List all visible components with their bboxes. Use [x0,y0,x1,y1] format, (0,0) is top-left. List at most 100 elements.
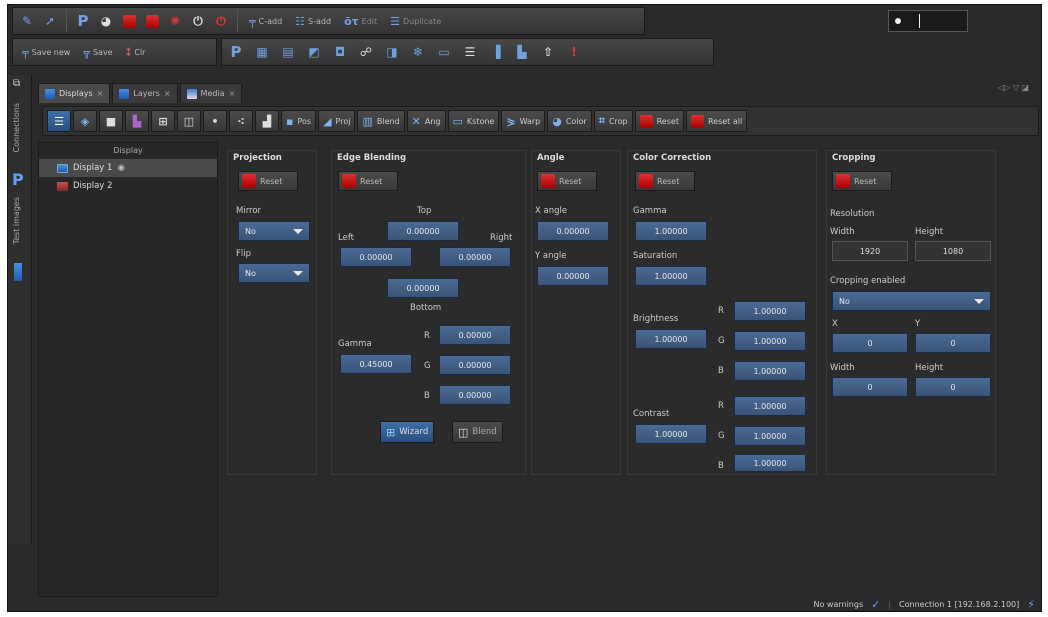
reset-button[interactable]: Reset [537,171,597,191]
x-angle-field[interactable]: 0.00000 [537,221,609,241]
saturation-field[interactable]: 1.00000 [635,266,707,286]
cropping-enabled-select[interactable]: No [832,291,991,311]
s-add-button[interactable]: ☷ S-add [290,11,336,31]
grid-icon[interactable]: ▦ [252,42,272,62]
tab-displays[interactable]: Displays × [38,83,111,103]
reset-button[interactable]: Reset [338,171,398,191]
screen-icon[interactable]: ◘ [330,42,350,62]
test-pattern-button[interactable]: ▙ [125,110,149,132]
edit-display-button[interactable]: ◈ [73,110,97,132]
grid-button[interactable]: ⊞ [151,110,175,132]
close-icon[interactable]: × [229,89,236,98]
reset-button[interactable]: Reset [832,171,892,191]
p-logo-icon[interactable]: P [73,11,93,31]
chart-button[interactable]: ▟ [255,110,279,132]
color-button[interactable]: ◕ Color [547,110,592,132]
kstone-button[interactable]: ▭ Kstone [447,110,500,132]
crop-button[interactable]: ⌗ Crop [593,110,633,132]
chart-icon[interactable]: ▙ [512,42,532,62]
resolution-height-field[interactable]: 1080 [915,241,991,261]
c-add-button[interactable]: ╤ C-add [244,11,287,31]
g-field[interactable]: 0.00000 [439,355,511,375]
warp-button[interactable]: ⋟ Warp [501,110,546,132]
resolution-width-field[interactable]: 1920 [832,241,908,261]
brightness-b-field[interactable]: 1.00000 [734,361,806,381]
undock-icon[interactable]: ⧉ [13,78,20,89]
link-icon[interactable]: ☍ [356,42,376,62]
columns-button[interactable]: ◫ [177,110,201,132]
flip-select[interactable]: No [238,263,310,283]
brightness-r-field[interactable]: 1.00000 [734,301,806,321]
eye-icon[interactable]: ◉ [117,163,124,173]
film-icon[interactable]: ▭ [434,42,454,62]
gamma-field[interactable]: 0.45000 [340,354,412,374]
contrast-field[interactable]: 1.00000 [635,424,707,444]
p-logo-icon[interactable]: P [226,42,246,62]
reset-button[interactable]: Reset [635,171,695,191]
reset-all-button[interactable]: Reset all [685,110,748,132]
menu-icon[interactable]: ☰ [460,42,480,62]
tab-media[interactable]: Media × [179,83,243,103]
wizard-button[interactable]: ⊞ Wizard [380,421,435,443]
scatter-button[interactable]: ⁖ [229,110,253,132]
reset-button[interactable]: Reset [238,171,298,191]
crop-x-field[interactable]: 0 [832,333,908,353]
b-field[interactable]: 0.00000 [439,385,511,405]
clear-button[interactable]: ⁑ Clr [121,42,151,62]
palette-icon[interactable]: ◕ [96,11,116,31]
brightness-field[interactable]: 1.00000 [635,329,707,349]
tab-layers[interactable]: Layers × [112,83,178,103]
red-app-icon[interactable] [119,11,139,31]
upload-icon[interactable]: ⇧ [538,42,558,62]
crop-height-field[interactable]: 0 [915,377,991,397]
pen-icon[interactable]: ✎ [17,11,37,31]
save-new-button[interactable]: ╤ Save new [17,42,75,62]
list-item[interactable]: Display 1 ◉ [39,159,217,177]
right-field[interactable]: 0.00000 [439,247,511,267]
list-item[interactable]: Display 2 [39,177,217,195]
contrast-b-field[interactable]: 1.00000 [734,454,806,472]
blend-button[interactable]: ▥ Blend [357,110,405,132]
reset-button[interactable]: Reset [634,110,684,132]
edit-button[interactable]: ōτ Edit [339,11,382,31]
warning-icon[interactable]: ! [564,42,584,62]
red-power-icon[interactable]: ⏻ [211,11,231,31]
dot-button[interactable]: • [203,110,227,132]
snowflake-icon[interactable]: ❄ [408,42,428,62]
close-icon[interactable]: × [164,89,171,98]
left-field[interactable]: 0.00000 [340,247,412,267]
bottom-field[interactable]: 0.00000 [387,278,459,298]
connection-status[interactable]: Connection 1 [192.168.2.100] [899,600,1019,609]
r-field[interactable]: 0.00000 [439,325,511,345]
layers-icon[interactable]: ◨ [382,42,402,62]
red-square-icon[interactable] [142,11,162,31]
image-icon[interactable]: ◩ [304,42,324,62]
cursor-icon[interactable]: ➚ [40,11,60,31]
contrast-g-field[interactable]: 1.00000 [734,426,806,446]
list-icon[interactable]: ▤ [278,42,298,62]
top-field[interactable]: 0.00000 [387,221,459,241]
crop-y-field[interactable]: 0 [915,333,991,353]
panel-controls-icon[interactable]: ◁▷ ▽ ◪ [998,83,1029,92]
proj-button[interactable]: ◢ Proj [318,110,356,132]
search-input[interactable] [888,10,968,32]
white-screen-button[interactable]: ■ [99,110,123,132]
blend-button[interactable]: ◫ Blend [452,421,503,443]
ang-button[interactable]: ✕ Ang [406,110,446,132]
pos-button[interactable]: ▪ Pos [281,110,317,132]
connections-tab[interactable]: Connections [12,103,21,152]
crop-width-field[interactable]: 0 [832,377,908,397]
brightness-g-field[interactable]: 1.00000 [734,331,806,351]
save-button[interactable]: ╦ Save [78,42,117,62]
gradient-icon[interactable]: ▐ [486,42,506,62]
contrast-r-field[interactable]: 1.00000 [734,396,806,416]
duplicate-button[interactable]: ☰ Duplicate [385,11,446,31]
close-icon[interactable]: × [97,89,104,98]
test-images-tab[interactable]: Test images [12,197,21,244]
red-gear-icon[interactable]: ✺ [165,11,185,31]
list-view-button[interactable]: ☰ [47,110,71,132]
y-angle-field[interactable]: 0.00000 [537,266,609,286]
power-icon[interactable]: ⏻ [188,11,208,31]
gamma-field[interactable]: 1.00000 [635,221,707,241]
mirror-select[interactable]: No [238,221,310,241]
